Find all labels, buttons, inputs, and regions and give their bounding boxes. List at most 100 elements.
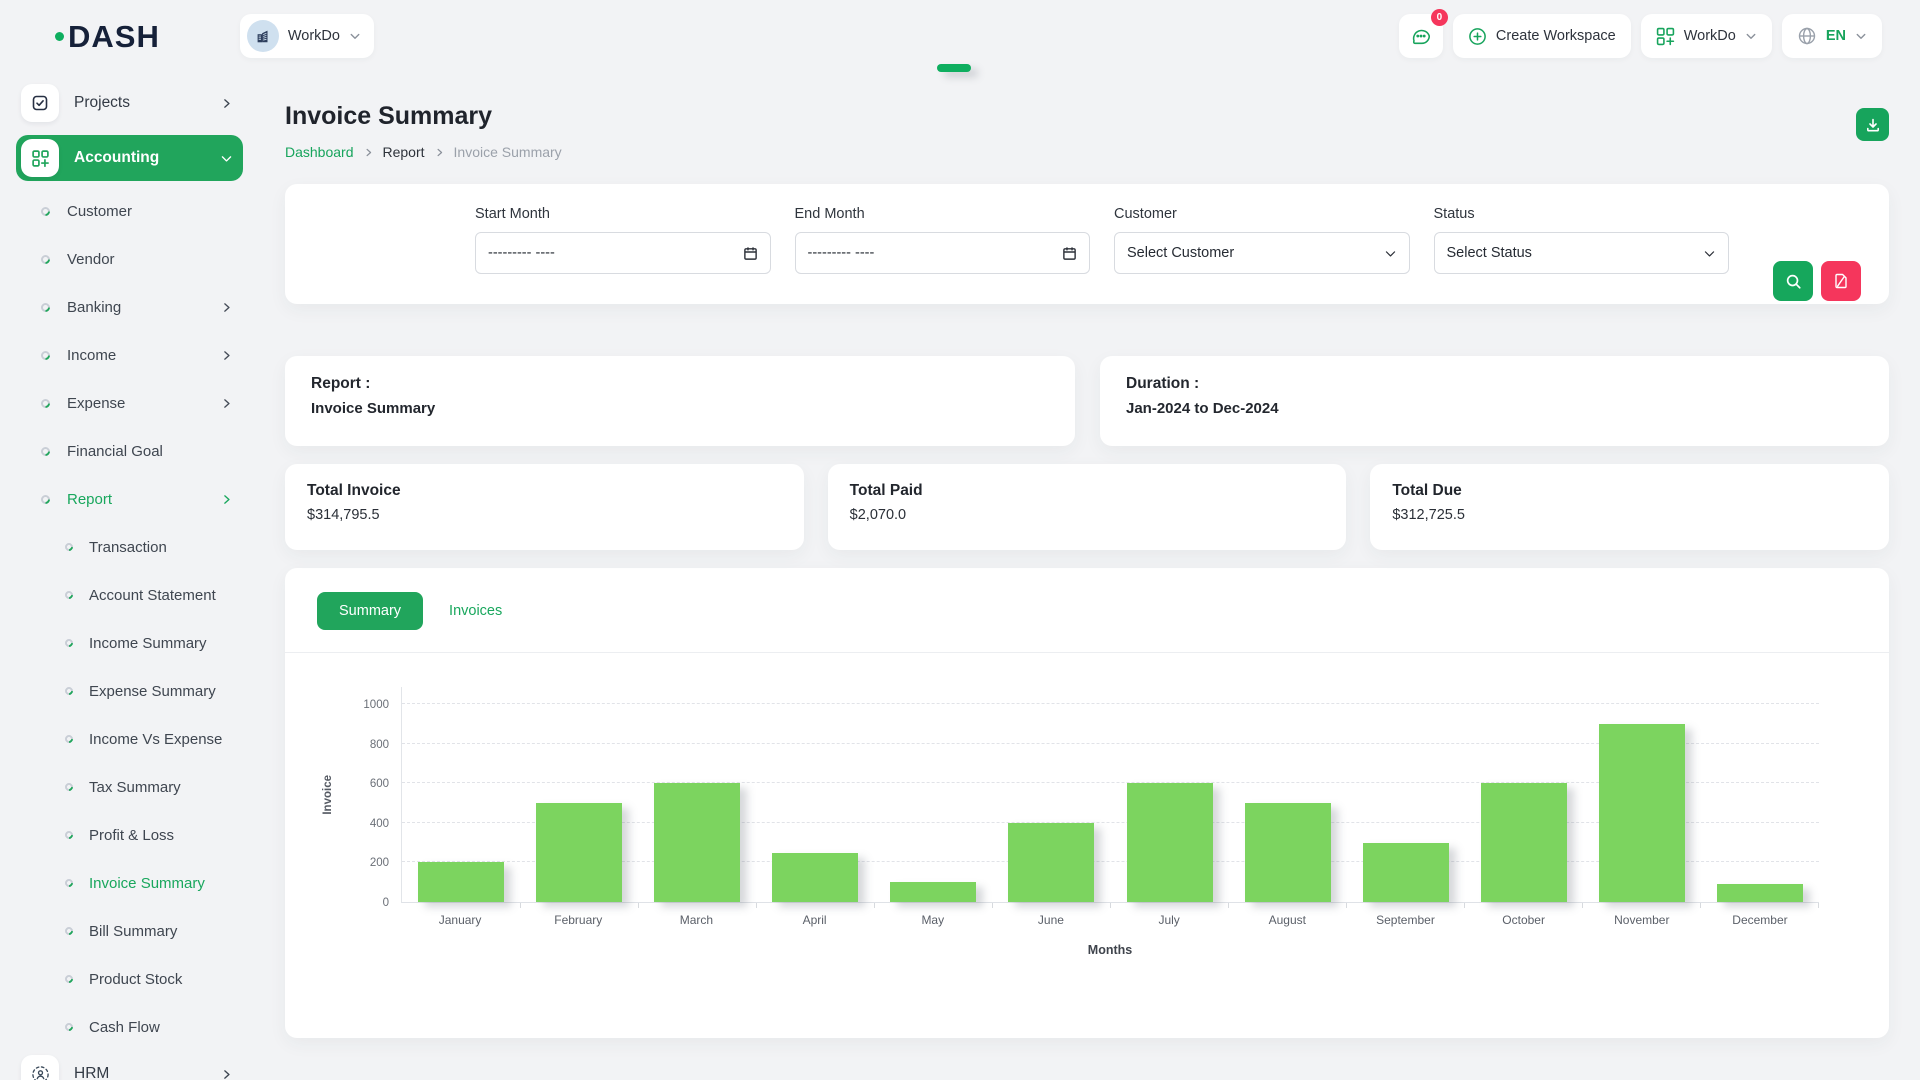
bar-february[interactable] [536, 803, 622, 902]
download-button[interactable] [1856, 108, 1889, 141]
bar-slot [1229, 687, 1347, 902]
bar-slot [1347, 687, 1465, 902]
sidebar-item-report[interactable]: Report [16, 475, 243, 523]
chevron-right-icon [434, 147, 445, 158]
sidebar-item-expense[interactable]: Expense [16, 379, 243, 427]
bar-june[interactable] [1008, 823, 1094, 902]
sidebar-item-accounting[interactable]: Accounting [16, 135, 243, 181]
chevron-down-icon [1384, 247, 1397, 260]
sidebar-item-expense-summary[interactable]: Expense Summary [16, 667, 243, 715]
sidebar-item-account-statement[interactable]: Account Statement [16, 571, 243, 619]
grid-plus-icon [1656, 27, 1675, 46]
menu-bullet-icon [63, 829, 74, 840]
duration-value: Jan-2024 to Dec-2024 [1126, 400, 1863, 417]
sidebar-item-product-stock[interactable]: Product Stock [16, 955, 243, 1003]
sidebar-item-label: Report [67, 491, 112, 508]
invoice-bar-chart: Invoice 02004006008001000 JanuaryFebruar… [285, 687, 1889, 957]
x-tick-label: April [756, 913, 874, 927]
sidebar-item-banking[interactable]: Banking [16, 283, 243, 331]
chevron-right-icon [363, 147, 374, 158]
x-tick-label: December [1701, 913, 1819, 927]
bar-slot [1465, 687, 1583, 902]
sidebar-item-label: Expense Summary [89, 683, 216, 700]
menu-bullet-icon [63, 781, 74, 792]
sidebar-item-vendor[interactable]: Vendor [16, 235, 243, 283]
start-month-input[interactable]: --------- ---- [475, 232, 771, 274]
messages-button[interactable]: 0 [1399, 14, 1443, 58]
chart-card: SummaryInvoices Invoice 0200400600800100… [285, 568, 1889, 1038]
menu-bullet-icon [39, 301, 52, 314]
report-value: Invoice Summary [311, 400, 1049, 417]
bar-may[interactable] [890, 882, 976, 902]
bar-november[interactable] [1599, 724, 1685, 902]
sidebar-item-transaction[interactable]: Transaction [16, 523, 243, 571]
start-month-label: Start Month [475, 206, 771, 222]
bar-september[interactable] [1363, 843, 1449, 902]
menu-bullet-icon [63, 877, 74, 888]
y-tick-label: 1000 [363, 699, 389, 711]
sidebar-item-projects[interactable]: Projects [16, 80, 243, 126]
sidebar-item-customer[interactable]: Customer [16, 187, 243, 235]
sidebar-item-hrm[interactable]: HRM [16, 1051, 243, 1080]
building-icon [247, 20, 279, 52]
language-button[interactable]: EN [1782, 14, 1882, 58]
status-selected-value: Select Status [1447, 245, 1532, 261]
bar-october[interactable] [1481, 783, 1567, 902]
create-workspace-button[interactable]: Create Workspace [1453, 14, 1631, 58]
x-tick-label: November [1583, 913, 1701, 927]
globe-icon [1797, 26, 1817, 46]
workspace-switcher[interactable]: WorkDo [240, 14, 374, 58]
status-label: Status [1434, 206, 1730, 222]
customer-select[interactable]: Select Customer [1114, 232, 1410, 274]
total-label: Total Invoice [307, 482, 782, 500]
divider [285, 652, 1889, 653]
sidebar-item-bill-summary[interactable]: Bill Summary [16, 907, 243, 955]
chevron-down-icon [220, 152, 233, 165]
sidebar-item-label: Financial Goal [67, 443, 163, 460]
end-month-input[interactable]: --------- ---- [795, 232, 1091, 274]
bar-slot [1583, 687, 1701, 902]
hrm-icon [21, 1055, 59, 1080]
sidebar-item-label: Vendor [67, 251, 115, 268]
sidebar-item-profit-loss[interactable]: Profit & Loss [16, 811, 243, 859]
sidebar-item-income-vs-expense[interactable]: Income Vs Expense [16, 715, 243, 763]
sidebar-item-tax-summary[interactable]: Tax Summary [16, 763, 243, 811]
chevron-right-icon [220, 397, 233, 410]
sidebar-item-cash-flow[interactable]: Cash Flow [16, 1003, 243, 1051]
header-actions: 0 Create Workspace WorkDo EN [1399, 14, 1882, 58]
menu-bullet-icon [39, 349, 52, 362]
chevron-right-icon [220, 301, 233, 314]
bar-january[interactable] [418, 862, 504, 902]
sidebar-item-financial-goal[interactable]: Financial Goal [16, 427, 243, 475]
dash-logo: DASH [55, 21, 160, 52]
sidebar-item-invoice-summary[interactable]: Invoice Summary [16, 859, 243, 907]
y-tick-label: 800 [370, 739, 389, 751]
reset-button[interactable] [1821, 261, 1861, 301]
breadcrumb-report[interactable]: Report [383, 144, 425, 160]
search-button[interactable] [1773, 261, 1813, 301]
sidebar-item-label: Transaction [89, 539, 167, 556]
tab-invoices[interactable]: Invoices [433, 592, 518, 630]
menu-bullet-icon [39, 253, 52, 266]
sidebar-item-income-summary[interactable]: Income Summary [16, 619, 243, 667]
breadcrumb-dashboard[interactable]: Dashboard [285, 144, 354, 160]
tab-summary[interactable]: Summary [317, 592, 423, 630]
bar-august[interactable] [1245, 803, 1331, 902]
duration-label: Duration : [1126, 375, 1863, 393]
workspace-menu-button[interactable]: WorkDo [1641, 14, 1772, 58]
bar-december[interactable] [1717, 884, 1803, 902]
status-select[interactable]: Select Status [1434, 232, 1730, 274]
total-card-total-invoice: Total Invoice $314,795.5 [285, 464, 804, 550]
bar-march[interactable] [654, 783, 740, 902]
total-value: $314,795.5 [307, 507, 782, 523]
bar-slot [1110, 687, 1228, 902]
menu-bullet-icon [63, 589, 74, 600]
chevron-right-icon [220, 97, 233, 110]
sidebar-item-label: HRM [74, 1065, 109, 1080]
sidebar-item-label: Income Summary [89, 635, 207, 652]
bar-july[interactable] [1127, 783, 1213, 902]
accounting-submenu: Customer Vendor BankingIncomeExpense Financ… [16, 187, 243, 1051]
sidebar-item-income[interactable]: Income [16, 331, 243, 379]
bar-april[interactable] [772, 853, 858, 903]
create-workspace-label: Create Workspace [1496, 28, 1616, 44]
